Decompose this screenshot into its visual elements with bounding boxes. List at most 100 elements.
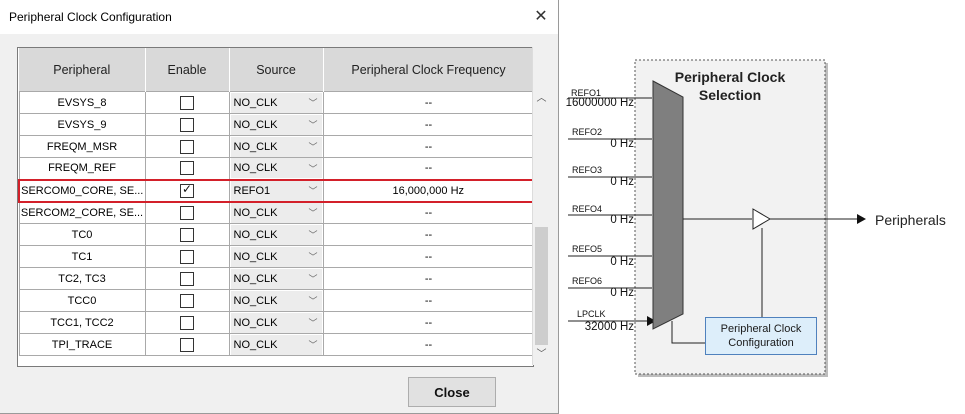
source-value: NO_CLK	[233, 272, 278, 285]
source-value: NO_CLK	[233, 250, 278, 263]
source-value: NO_CLK	[233, 294, 278, 307]
source-dropdown[interactable]: NO_CLK ﹀	[230, 268, 322, 289]
peripheral-clock-configuration-box: Peripheral Clock Configuration	[705, 317, 817, 355]
chevron-down-icon: ﹀	[308, 120, 318, 130]
table-row[interactable]: EVSYS_8 NO_CLK ﹀ --	[18, 91, 533, 114]
table-row[interactable]: FREQM_MSR NO_CLK ﹀ --	[18, 135, 533, 158]
chevron-down-icon: ﹀	[308, 252, 318, 262]
diagram-title-line2: Selection	[698, 87, 762, 103]
frequency-cell: --	[322, 333, 533, 356]
enable-checkbox[interactable]	[180, 205, 194, 220]
source-dropdown[interactable]: NO_CLK ﹀	[230, 334, 322, 355]
input-label-refo6: REFO6	[572, 276, 603, 286]
source-value: NO_CLK	[233, 228, 278, 241]
source-value: NO_CLK	[233, 96, 278, 109]
source-cell: NO_CLK ﹀	[228, 201, 324, 224]
table-row[interactable]: EVSYS_9 NO_CLK ﹀ --	[18, 113, 533, 136]
input-value-refo4: 0 Hz	[610, 214, 634, 226]
source-dropdown[interactable]: NO_CLK ﹀	[230, 158, 322, 179]
chevron-down-icon: ﹀	[308, 208, 318, 219]
enable-checkbox[interactable]	[180, 271, 194, 286]
peripherals-arrow-icon	[857, 214, 866, 224]
table-row[interactable]: SERCOM0_CORE, SE... REFO1 ﹀ 16,000,000 Hz	[18, 178, 533, 203]
peripheral-name: TPI_TRACE	[18, 333, 146, 356]
input-label-refo4: REFO4	[572, 204, 603, 214]
table-row[interactable]: SERCOM2_CORE, SE... NO_CLK ﹀ --	[18, 201, 533, 224]
source-dropdown[interactable]: NO_CLK ﹀	[230, 290, 322, 311]
table-row[interactable]: TPI_TRACE NO_CLK ﹀ --	[18, 333, 533, 356]
source-cell: NO_CLK ﹀	[228, 333, 324, 356]
source-dropdown[interactable]: NO_CLK ﹀	[230, 114, 322, 135]
table-row[interactable]: FREQM_REF NO_CLK ﹀ --	[18, 157, 533, 180]
table-row[interactable]: TC1 NO_CLK ﹀ --	[18, 245, 533, 268]
diagram-title-line1: Peripheral Clock	[674, 69, 786, 85]
peripheral-name: TCC1, TCC2	[18, 311, 146, 334]
input-label-refo3: REFO3	[572, 165, 603, 175]
enable-cell	[144, 289, 230, 312]
source-cell: NO_CLK ﹀	[228, 113, 324, 136]
multiplexer	[652, 80, 684, 330]
source-dropdown[interactable]: NO_CLK ﹀	[230, 224, 322, 245]
frequency-cell: --	[322, 157, 533, 180]
source-cell: NO_CLK ﹀	[228, 223, 324, 246]
mux-config-line	[671, 321, 705, 344]
dialog-title: Peripheral Clock Configuration	[9, 10, 172, 24]
enable-checkbox[interactable]	[180, 95, 194, 110]
column-header-enable[interactable]: Enable	[145, 48, 230, 92]
enable-checkbox[interactable]	[180, 161, 194, 176]
enable-cell	[144, 201, 230, 224]
scrollbar-thumb[interactable]	[535, 227, 548, 345]
chevron-down-icon: ﹀	[308, 296, 318, 306]
chevron-down-icon: ﹀	[308, 142, 318, 152]
enable-checkbox[interactable]	[180, 337, 194, 352]
enable-checkbox[interactable]	[180, 117, 194, 132]
table-row[interactable]: TC2, TC3 NO_CLK ﹀ --	[18, 267, 533, 290]
peripheral-name: FREQM_REF	[18, 157, 146, 180]
table-row[interactable]: TCC1, TCC2 NO_CLK ﹀ --	[18, 311, 533, 334]
enable-checkbox[interactable]	[180, 139, 194, 154]
table-scrollbar[interactable]: ︿ ﹀	[532, 47, 550, 365]
source-dropdown[interactable]: NO_CLK ﹀	[230, 92, 322, 113]
frequency-cell: --	[322, 311, 533, 334]
column-header-peripheral[interactable]: Peripheral	[19, 48, 146, 92]
source-dropdown[interactable]: NO_CLK ﹀	[230, 136, 322, 157]
enable-cell	[144, 91, 230, 114]
source-dropdown[interactable]: NO_CLK ﹀	[230, 312, 322, 333]
input-value-refo2: 0 Hz	[610, 138, 634, 150]
frequency-cell: --	[322, 91, 533, 114]
buffer-icon	[752, 208, 771, 230]
chevron-down-icon: ﹀	[308, 98, 318, 108]
chevron-down-icon: ﹀	[308, 318, 318, 328]
dialog-titlebar: Peripheral Clock Configuration ✕	[0, 0, 558, 34]
enable-checkbox[interactable]	[180, 293, 194, 308]
enable-checkbox[interactable]	[180, 315, 194, 330]
close-icon[interactable]: ✕	[531, 8, 551, 26]
source-dropdown[interactable]: NO_CLK ﹀	[230, 202, 322, 223]
enable-checkbox[interactable]	[180, 249, 194, 264]
table-row[interactable]: TCC0 NO_CLK ﹀ --	[18, 289, 533, 312]
peripheral-name: EVSYS_9	[18, 113, 146, 136]
column-header-source[interactable]: Source	[229, 48, 324, 92]
chevron-down-icon: ﹀	[308, 340, 318, 350]
table-row[interactable]: TC0 NO_CLK ﹀ --	[18, 223, 533, 246]
chevron-down-icon: ﹀	[308, 230, 318, 240]
scroll-up-icon[interactable]: ︿	[533, 91, 550, 107]
source-value: NO_CLK	[233, 206, 278, 219]
source-dropdown[interactable]: NO_CLK ﹀	[230, 246, 322, 267]
frequency-cell: --	[322, 289, 533, 312]
enable-checkbox[interactable]	[180, 182, 194, 198]
source-cell: NO_CLK ﹀	[228, 245, 324, 268]
close-button[interactable]: Close	[408, 377, 496, 407]
enable-cell	[144, 267, 230, 290]
enable-checkbox[interactable]	[180, 227, 194, 242]
frequency-cell: --	[322, 113, 533, 136]
column-header-frequency[interactable]: Peripheral Clock Frequency	[323, 48, 533, 92]
scroll-down-icon[interactable]: ﹀	[533, 347, 550, 363]
source-cell: NO_CLK ﹀	[228, 267, 324, 290]
enable-cell	[144, 333, 230, 356]
peripheral-name: TC1	[18, 245, 146, 268]
frequency-cell: --	[322, 201, 533, 224]
source-dropdown[interactable]: REFO1 ﹀	[230, 181, 322, 200]
source-cell: NO_CLK ﹀	[228, 157, 324, 180]
chevron-down-icon: ﹀	[308, 163, 318, 174]
